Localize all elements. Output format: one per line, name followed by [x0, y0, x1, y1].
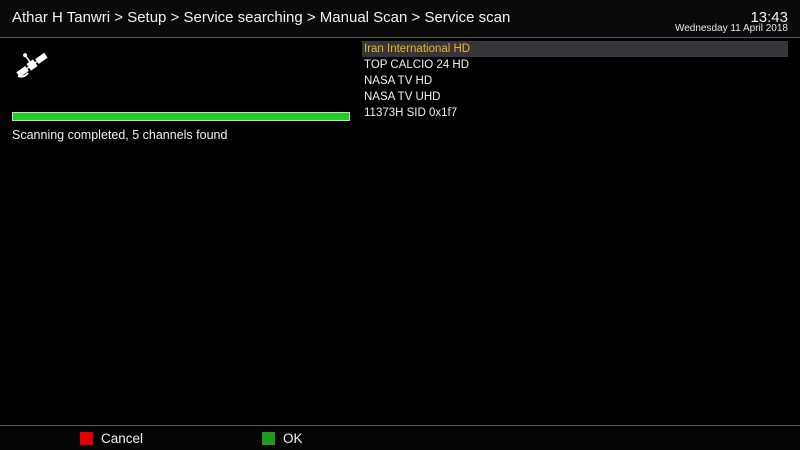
satellite-icon — [16, 52, 48, 78]
channel-list-item[interactable]: NASA TV UHD — [362, 89, 788, 105]
red-key-icon — [80, 431, 93, 445]
header-divider — [0, 37, 800, 38]
scan-status-text: Scanning completed, 5 channels found — [12, 128, 228, 142]
scan-progress-fill — [13, 113, 349, 120]
channel-list-item[interactable]: Iran International HD — [362, 41, 788, 57]
clock-date: Wednesday 11 April 2018 — [674, 23, 788, 34]
channel-list-item[interactable]: NASA TV HD — [362, 73, 788, 89]
footer-bar: Cancel OK — [0, 426, 800, 450]
cancel-button[interactable]: Cancel — [80, 430, 143, 446]
breadcrumb: Athar H Tanwri > Setup > Service searchi… — [12, 9, 511, 26]
ok-label: OK — [283, 430, 303, 446]
green-key-icon — [262, 431, 275, 445]
cancel-label: Cancel — [101, 430, 144, 446]
channel-list-item[interactable]: 11373H SID 0x1f7 — [362, 105, 788, 121]
found-channels-list[interactable]: Iran International HD TOP CALCIO 24 HD NAS… — [362, 41, 788, 121]
scan-progress-bar — [12, 112, 350, 121]
header-bar: Athar H Tanwri > Setup > Service searchi… — [0, 0, 800, 38]
channel-list-item[interactable]: TOP CALCIO 24 HD — [362, 57, 788, 73]
ok-button[interactable]: OK — [262, 430, 303, 446]
